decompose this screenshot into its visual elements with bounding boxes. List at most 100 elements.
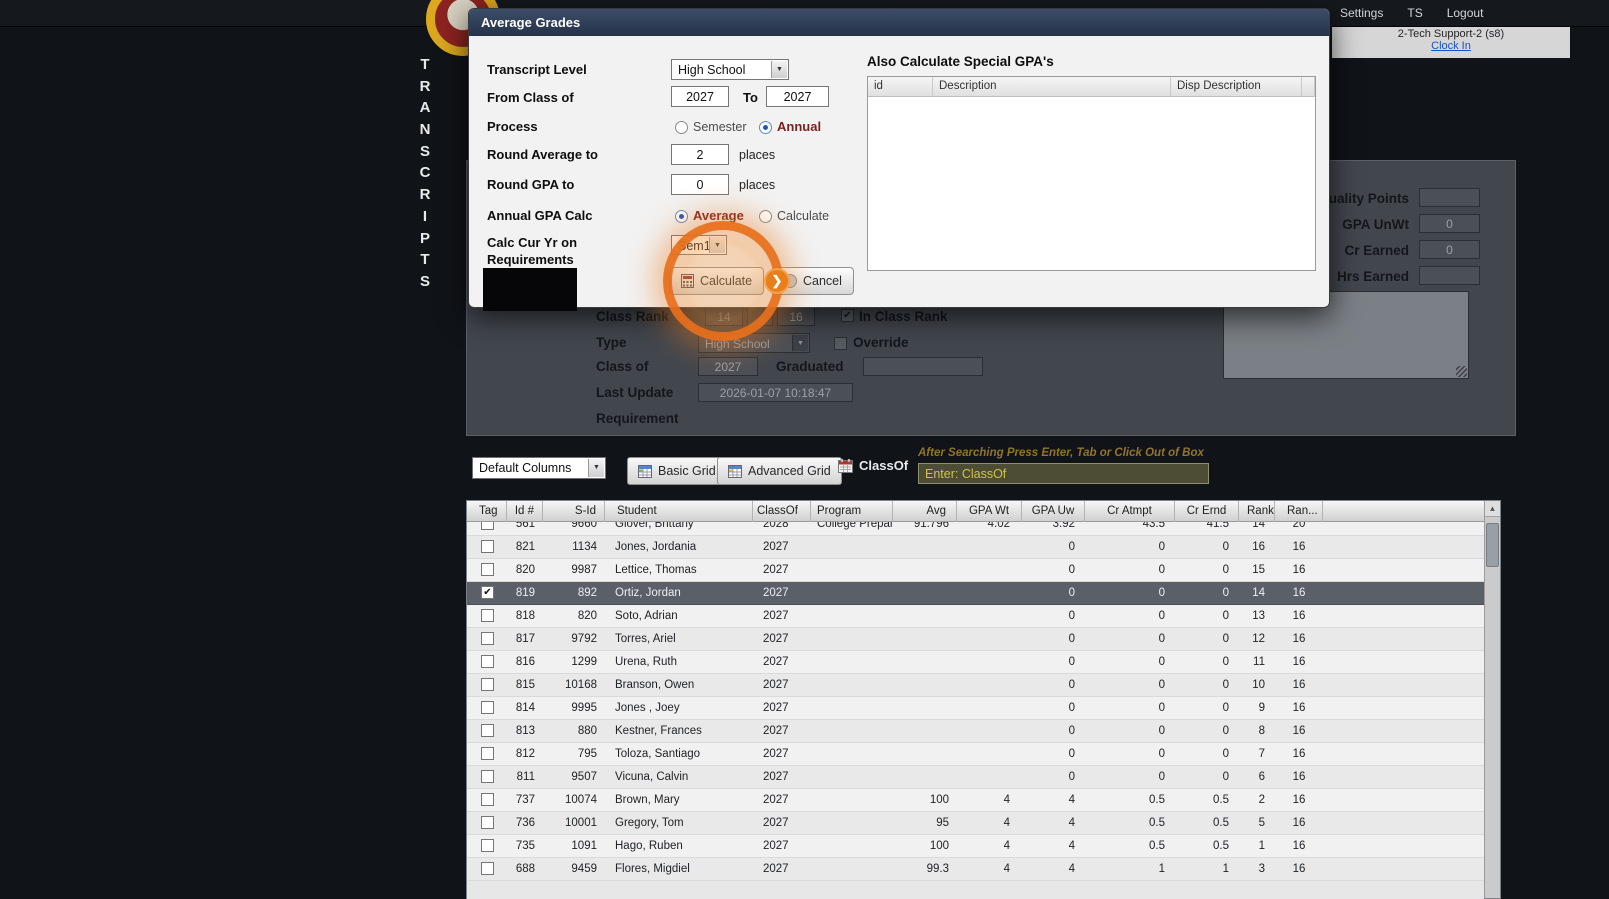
average-label[interactable]: Average	[693, 208, 744, 223]
column-header-sid[interactable]: S-Id	[543, 501, 605, 522]
menu-item-ts[interactable]: TS	[1407, 6, 1422, 20]
menu-item-settings[interactable]: Settings	[1340, 6, 1383, 20]
transcript-level-select[interactable]: High School ▼	[671, 59, 789, 80]
column-header-cr_atmpt[interactable]: Cr Atmpt	[1085, 501, 1175, 522]
column-header-gpa_wt[interactable]: GPA Wt	[957, 501, 1022, 522]
type-select[interactable]: High School ▼	[698, 333, 810, 353]
scroll-up-icon[interactable]: ▲	[1485, 501, 1500, 517]
table-row[interactable]: 737 10074 Brown, Mary 2027 100 4 4 0.5 0.5 2 16	[467, 789, 1484, 812]
row-tag-checkbox[interactable]	[481, 609, 494, 622]
cell-gpa_wt	[957, 697, 1022, 720]
cancel-button[interactable]: Cancel	[771, 267, 854, 295]
round-average-input[interactable]	[671, 144, 729, 165]
column-header-rank[interactable]: Rank	[1239, 501, 1275, 522]
in-class-rank-checkbox[interactable]: ✔	[841, 309, 854, 322]
calc-cur-yr-select[interactable]: Sem1 ▼	[671, 235, 727, 255]
class-rank-label: Class Rank	[596, 309, 669, 324]
advanced-grid-label: Advanced Grid	[748, 464, 831, 478]
row-tag-checkbox[interactable]	[481, 655, 494, 668]
class-rank-mid-input[interactable]	[747, 307, 773, 326]
semester-label[interactable]: Semester	[693, 120, 747, 134]
table-row[interactable]: 814 9995 Jones , Joey 2027 0 0 0 9 16	[467, 697, 1484, 720]
row-tag-checkbox[interactable]	[481, 724, 494, 737]
vertical-nav-letter: T	[420, 251, 430, 269]
table-row[interactable]: 813 880 Kestner, Frances 2027 0 0 0 8 16	[467, 720, 1484, 743]
column-header-tag[interactable]: Tag	[467, 501, 507, 522]
cell-avg: 100	[929, 794, 949, 806]
table-row[interactable]: 820 9987 Lettice, Thomas 2027 0 0 0 15 16	[467, 559, 1484, 582]
row-tag-checkbox[interactable]	[481, 793, 494, 806]
row-tag-checkbox[interactable]	[481, 678, 494, 691]
column-header-student[interactable]: Student	[605, 501, 753, 522]
from-class-input[interactable]	[671, 86, 729, 107]
table-row[interactable]: 735 1091 Hago, Ruben 2027 100 4 4 0.5 0.5 1 16	[467, 835, 1484, 858]
table-row[interactable]: 821 1134 Jones, Jordania 2027 0 0 0 16 16	[467, 536, 1484, 559]
column-header-gpa_uw[interactable]: GPA Uw	[1022, 501, 1085, 522]
row-tag-checkbox[interactable]	[481, 816, 494, 829]
cell-id: 821	[515, 541, 535, 553]
advanced-grid-button[interactable]: Advanced Grid	[717, 457, 842, 485]
table-row[interactable]: 817 9792 Torres, Ariel 2027 0 0 0 12 16	[467, 628, 1484, 651]
annual-radio[interactable]	[759, 121, 772, 134]
gpa-unwt-input[interactable]	[1419, 214, 1480, 233]
graduated-input[interactable]	[863, 357, 983, 376]
table-row[interactable]: 816 1299 Urena, Ruth 2027 0 0 0 11 16	[467, 651, 1484, 674]
column-header-filler	[1323, 501, 1484, 522]
row-tag-checkbox[interactable]	[481, 632, 494, 645]
dialog-title[interactable]: Average Grades	[469, 9, 1329, 36]
cell-cr_ernd: 0	[1222, 679, 1229, 691]
cell-classof: 2027	[763, 679, 789, 691]
clock-in-link[interactable]: Clock In	[1332, 40, 1570, 52]
classof-search-input[interactable]	[918, 463, 1209, 484]
scrollbar-thumb[interactable]	[1486, 523, 1499, 567]
table-row[interactable]: ✔ 819 892 Ortiz, Jordan 2027 0 0 0 14 16	[467, 582, 1484, 605]
round-gpa-input[interactable]	[671, 174, 729, 195]
resize-grip-icon[interactable]	[1456, 366, 1467, 377]
grid-scrollbar[interactable]: ▲	[1484, 501, 1500, 898]
row-tag-checkbox[interactable]	[481, 522, 494, 530]
basic-grid-button[interactable]: Basic Grid	[627, 457, 727, 485]
column-header-ran[interactable]: Ran...	[1275, 501, 1323, 522]
classof-button[interactable]: ClassOf	[838, 458, 908, 473]
cell-sid: 1091	[571, 840, 597, 852]
column-header-program[interactable]: Program	[811, 501, 893, 522]
row-tag-checkbox[interactable]	[481, 839, 494, 852]
semester-radio[interactable]	[675, 121, 688, 134]
row-tag-checkbox[interactable]	[481, 701, 494, 714]
class-rank-input[interactable]	[705, 307, 743, 326]
column-header-avg[interactable]: Avg	[893, 501, 957, 522]
override-checkbox[interactable]	[834, 337, 847, 350]
last-update-input[interactable]	[698, 383, 853, 402]
class-of-input[interactable]	[698, 357, 758, 376]
cr-earned-input[interactable]	[1419, 240, 1480, 259]
row-tag-checkbox[interactable]: ✔	[481, 586, 494, 599]
calculate-radio[interactable]	[759, 210, 772, 223]
cell-student: Ortiz, Jordan	[615, 587, 681, 599]
columns-select[interactable]: Default Columns ▼	[472, 457, 606, 479]
table-row[interactable]: 812 795 Toloza, Santiago 2027 0 0 0 7 16	[467, 743, 1484, 766]
table-row[interactable]: 811 9507 Vicuna, Calvin 2027 0 0 0 6 16	[467, 766, 1484, 789]
calculate-button[interactable]: Calculate	[669, 267, 765, 295]
row-tag-checkbox[interactable]	[481, 862, 494, 875]
chevron-down-icon: ▼	[771, 61, 787, 78]
column-header-cr_ernd[interactable]: Cr Ernd	[1175, 501, 1239, 522]
hrs-earned-input[interactable]	[1419, 266, 1480, 285]
to-class-input[interactable]	[766, 86, 829, 107]
table-row[interactable]: 815 10168 Branson, Owen 2027 0 0 0 10 16	[467, 674, 1484, 697]
annual-label[interactable]: Annual	[777, 119, 821, 134]
row-tag-checkbox[interactable]	[481, 747, 494, 760]
table-row[interactable]: 736 10001 Gregory, Tom 2027 95 4 4 0.5 0.5 5 16	[467, 812, 1484, 835]
row-tag-checkbox[interactable]	[481, 770, 494, 783]
row-tag-checkbox[interactable]	[481, 540, 494, 553]
calculate-option-label[interactable]: Calculate	[777, 209, 829, 223]
class-rank-of-input[interactable]	[777, 307, 815, 326]
column-header-id[interactable]: Id #	[507, 501, 543, 522]
quality-points-input[interactable]	[1419, 188, 1480, 207]
table-row[interactable]: 561 9660 Glover, Brittany 2028 College Prepa…	[467, 522, 1484, 536]
column-header-classof[interactable]: ClassOf	[753, 501, 811, 522]
table-row[interactable]: 818 820 Soto, Adrian 2027 0 0 0 13 16	[467, 605, 1484, 628]
menu-item-logout[interactable]: Logout	[1447, 6, 1484, 20]
table-row[interactable]: 688 9459 Flores, Migdiel 2027 99.3 4 4 1 1 3 16	[467, 858, 1484, 881]
row-tag-checkbox[interactable]	[481, 563, 494, 576]
average-radio[interactable]	[675, 210, 688, 223]
